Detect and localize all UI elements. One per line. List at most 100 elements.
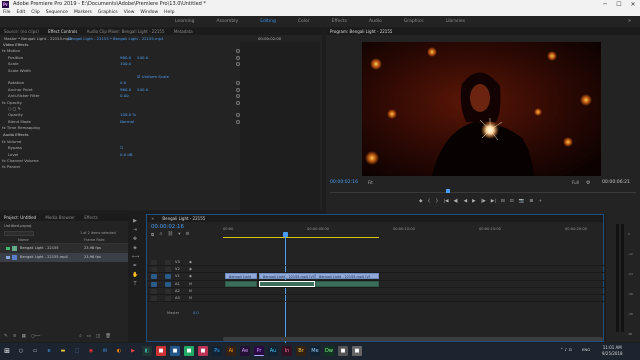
audio-clip[interactable] <box>225 280 257 287</box>
app-icon[interactable]: ■ <box>198 346 208 356</box>
tab-effect-controls[interactable]: Effect Controls <box>44 29 81 34</box>
wrench-icon[interactable]: ⚙ <box>586 180 590 186</box>
mute-icon[interactable]: M <box>189 282 192 286</box>
maximize-button[interactable]: ☐ <box>612 0 626 9</box>
workspace-audio[interactable]: Audio <box>358 16 393 27</box>
task-view-icon[interactable]: ▭ <box>30 346 40 356</box>
track-target-toggle[interactable] <box>165 260 171 265</box>
workspace-assembly[interactable]: Assembly <box>206 16 250 27</box>
column-frame-rate[interactable]: Frame Rate <box>84 237 105 244</box>
after-effects-icon[interactable]: Ae <box>240 346 250 356</box>
track-target-toggle[interactable] <box>165 295 171 301</box>
close-tab-icon[interactable]: ✕ <box>147 216 158 221</box>
razor-tool-icon[interactable]: ◈ <box>132 245 138 251</box>
workspace-learning[interactable]: Learning <box>164 16 206 27</box>
list-item[interactable]: Bengali Light - 22155 23.98 fps <box>0 244 128 253</box>
premiere-taskbar-icon[interactable]: Pr <box>254 346 264 356</box>
compare-icon[interactable]: ⊞ <box>529 199 533 204</box>
export-frame-icon[interactable]: 📷 <box>519 199 525 204</box>
edge-icon[interactable]: e <box>44 346 54 356</box>
reset-icon[interactable] <box>236 87 240 92</box>
video-clip[interactable]: Bengali Light - 22155.mp4 [V] <box>259 273 315 280</box>
minimize-button[interactable]: ─ <box>598 0 612 9</box>
app-icon[interactable]: ■ <box>156 346 166 356</box>
media-icon[interactable]: ▶ <box>128 346 138 356</box>
track-source-toggle[interactable] <box>151 267 157 273</box>
track-target-toggle[interactable] <box>165 281 171 287</box>
track-source-toggle[interactable] <box>151 288 157 294</box>
tab-audio-clip-mixer[interactable]: Audio Clip Mixer: Bengali Light - 22155 <box>83 29 169 34</box>
hand-tool-icon[interactable]: ✋ <box>132 272 138 278</box>
tab-effects[interactable]: Effects <box>80 215 102 220</box>
search-icon[interactable]: ○ <box>16 346 26 356</box>
eye-icon[interactable]: ◉ <box>189 260 192 264</box>
workspace-color[interactable]: Color <box>287 16 321 27</box>
chrome-icon[interactable]: ◉ <box>86 346 96 356</box>
audio-clip[interactable] <box>315 280 379 287</box>
app-icon[interactable]: In <box>282 346 292 356</box>
reset-icon[interactable] <box>236 55 240 60</box>
tab-project[interactable]: Project: Untitled <box>0 215 40 220</box>
track-target-toggle[interactable] <box>165 288 171 294</box>
search-icon[interactable]: ⌕ <box>79 332 82 342</box>
track-target-toggle[interactable] <box>165 274 171 280</box>
menu-sequence[interactable]: Sequence <box>46 9 68 16</box>
program-scrubber[interactable] <box>330 189 636 193</box>
app-icon[interactable]: Br <box>296 346 306 356</box>
tab-sequence[interactable]: Bengali Light - 22155 <box>158 216 209 221</box>
snap-icon[interactable]: ∩ <box>159 232 162 238</box>
go-to-in-icon[interactable]: |◀ <box>443 199 448 204</box>
photoshop-icon[interactable]: Ps <box>212 346 222 356</box>
app-icon[interactable]: ■ <box>338 346 348 356</box>
store-icon[interactable]: ⬚ <box>72 346 82 356</box>
language-indicator[interactable]: ENG <box>582 347 590 352</box>
pencil-icon[interactable]: ✎ <box>4 332 8 342</box>
app-icon[interactable]: Me <box>310 346 320 356</box>
clock[interactable]: 11:01 AM 9/25/2018 <box>602 345 623 357</box>
work-area-bar[interactable] <box>223 237 379 238</box>
icon-view-icon[interactable]: ▦ <box>22 332 26 342</box>
list-view-icon[interactable]: ≡ <box>13 332 17 342</box>
track-label[interactable]: V3 <box>175 260 180 264</box>
menu-clip[interactable]: Clip <box>31 9 40 16</box>
app-icon[interactable]: Dw <box>324 346 334 356</box>
workspace-effects[interactable]: Effects <box>321 16 358 27</box>
track-source-toggle[interactable] <box>151 281 157 287</box>
ripple-edit-icon[interactable]: ✥ <box>132 236 138 242</box>
tab-media-browser[interactable]: Media Browser <box>41 215 79 220</box>
track-label[interactable]: A3 <box>175 296 180 300</box>
close-button[interactable]: ✕ <box>626 0 640 9</box>
menu-help[interactable]: Help <box>164 9 174 16</box>
add-marker-icon[interactable]: ◆ <box>419 199 423 204</box>
workspaces-more-icon[interactable]: » <box>628 16 631 27</box>
tab-metadata[interactable]: Metadata <box>170 29 197 34</box>
track-select-icon[interactable]: ⇥ <box>132 227 138 233</box>
lift-icon[interactable]: ⊟ <box>501 199 505 204</box>
menu-file[interactable]: File <box>3 9 11 16</box>
menu-window[interactable]: Window <box>140 9 158 16</box>
slip-tool-icon[interactable]: ⟷ <box>132 254 139 260</box>
program-playhead[interactable] <box>446 189 450 193</box>
program-title[interactable]: Program: Bengali Light - 22155 <box>326 29 396 34</box>
track-source-toggle[interactable] <box>151 295 157 301</box>
reset-icon[interactable] <box>236 113 240 118</box>
nest-icon[interactable]: ⧉ <box>151 232 154 238</box>
tab-source[interactable]: Source: (no clips) <box>0 29 43 34</box>
trash-icon[interactable]: 🗑 <box>105 332 111 342</box>
mark-out-icon[interactable]: } <box>435 199 438 204</box>
reset-icon[interactable] <box>236 119 240 124</box>
effect-master-breadcrumb[interactable]: Master * Bengali Light - 22155.mp4 <box>4 35 72 42</box>
menu-view[interactable]: View <box>124 9 135 16</box>
new-item-icon[interactable]: ◫ <box>96 332 100 342</box>
audio-effect-row[interactable]: fx Panner <box>0 164 322 170</box>
fit-dropdown[interactable]: Fit <box>368 180 373 185</box>
quality-dropdown[interactable]: Full <box>572 180 579 185</box>
eye-icon[interactable]: ◉ <box>189 274 192 278</box>
folder-icon[interactable]: ▭ <box>87 332 91 342</box>
app-icon[interactable]: ■ <box>170 346 180 356</box>
wrench-icon[interactable]: ⚙ <box>186 232 190 238</box>
project-search-input[interactable] <box>4 231 34 236</box>
track-source-toggle[interactable] <box>151 274 157 280</box>
track-label[interactable]: A1 <box>175 282 180 286</box>
windows-start-icon[interactable]: ⊞ <box>2 346 12 356</box>
